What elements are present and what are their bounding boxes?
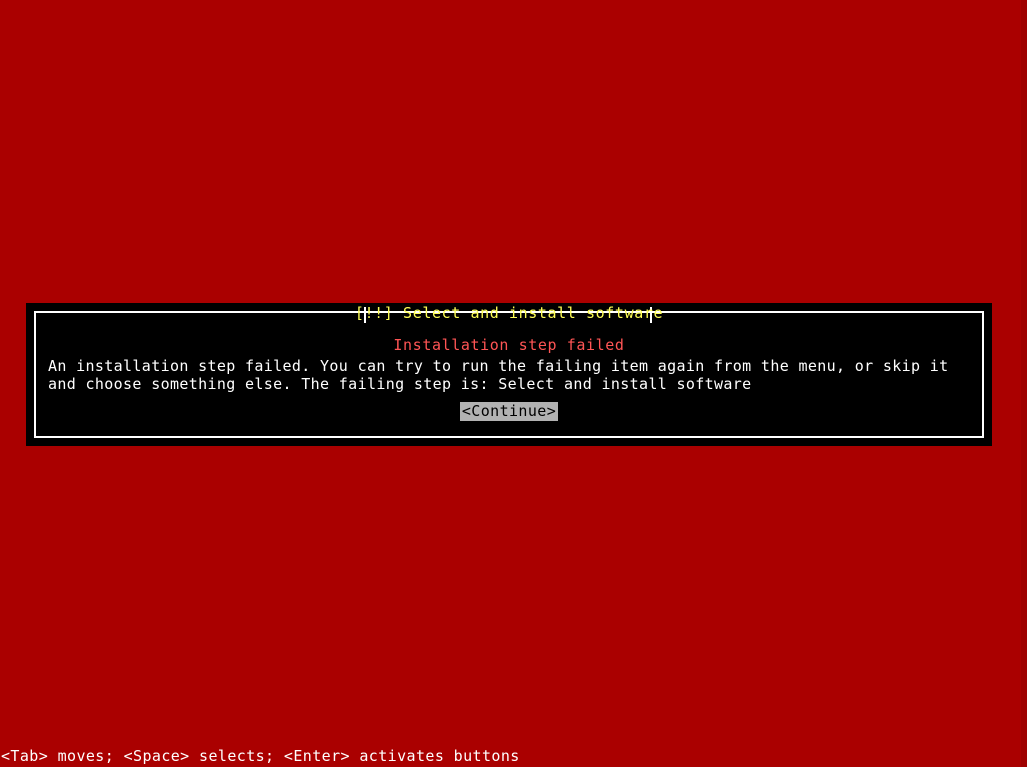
installation-failed-dialog: [!!] Select and install software Install… — [26, 303, 992, 446]
installer-screen: [!!] Select and install software Install… — [0, 0, 1027, 767]
keyboard-help-status-bar: <Tab> moves; <Space> selects; <Enter> ac… — [1, 747, 520, 765]
error-heading: Installation step failed — [393, 336, 625, 354]
dialog-frame: [!!] Select and install software Install… — [34, 304, 984, 438]
dialog-button-row: <Continue> — [36, 401, 982, 421]
dialog-body-text: An installation step failed. You can try… — [48, 357, 958, 393]
dialog-title: [!!] Select and install software — [354, 304, 664, 322]
screen-right-edge — [1021, 0, 1027, 767]
continue-button[interactable]: <Continue> — [459, 402, 559, 421]
